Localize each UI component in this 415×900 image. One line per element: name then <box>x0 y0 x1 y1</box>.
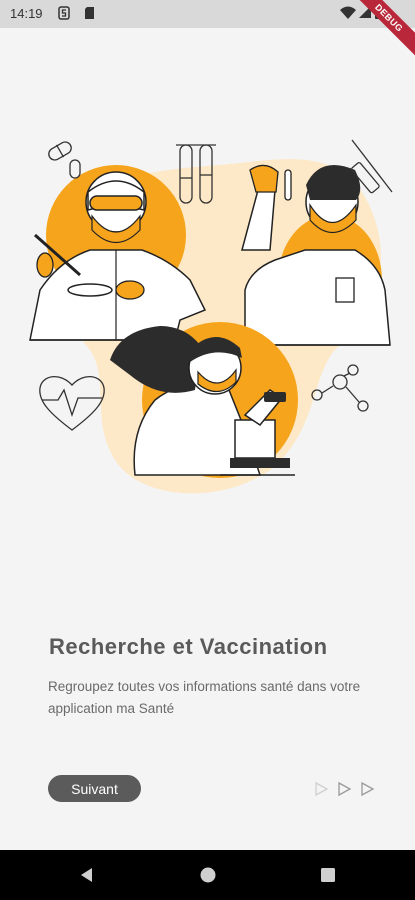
page-description: Regroupez toutes vos informations santé … <box>48 679 361 716</box>
s-icon <box>58 6 70 20</box>
next-button[interactable]: Suivant <box>48 775 141 802</box>
page-title: Recherche et Vaccination <box>49 634 328 659</box>
research-illustration <box>29 139 393 494</box>
page-indicator-dot-2 <box>338 781 352 797</box>
status-bar: 14:19 DEBUG <box>0 0 415 67</box>
pill-icon <box>48 141 81 179</box>
page-indicator <box>315 781 375 797</box>
sd-card-icon <box>85 7 94 19</box>
wifi-icon <box>340 6 356 19</box>
heart-pulse-icon <box>39 376 105 431</box>
page-indicator-dot-1 <box>315 781 329 797</box>
navigation-bar <box>0 850 415 900</box>
recents-icon[interactable] <box>318 865 338 885</box>
page-indicator-dot-3 <box>361 781 375 797</box>
back-icon[interactable] <box>77 865 97 885</box>
status-time: 14:19 <box>10 6 43 21</box>
home-icon[interactable] <box>198 865 218 885</box>
